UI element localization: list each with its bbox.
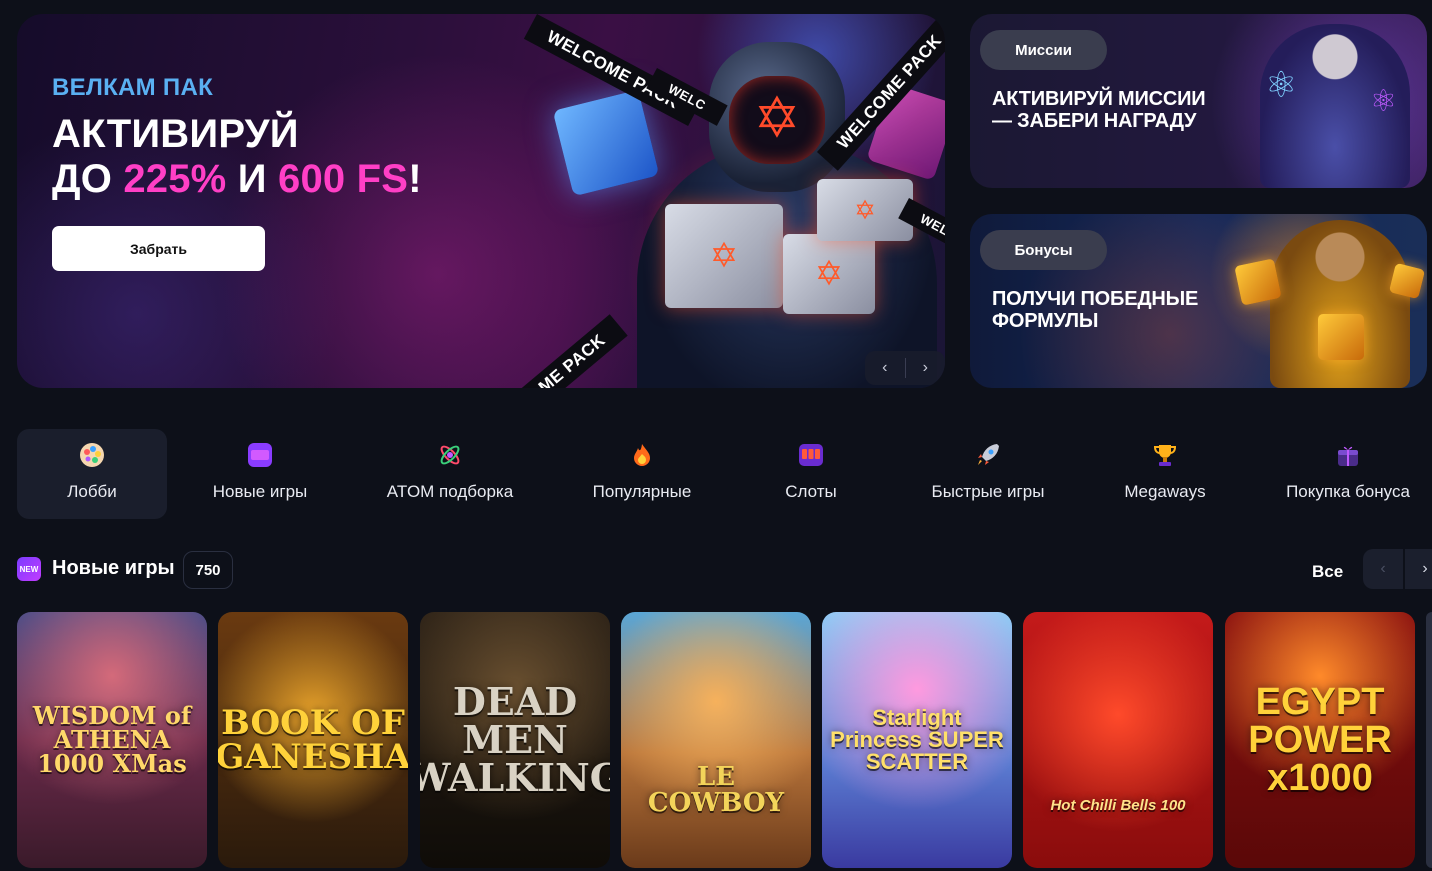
- category-label: Популярные: [592, 482, 692, 501]
- hero-title-percent: 225%: [123, 157, 227, 201]
- category-label: Новые игры: [212, 482, 308, 501]
- chevron-left-icon: ‹: [1380, 560, 1386, 577]
- atom-icon: [437, 442, 463, 468]
- hero-title: АКТИВИРУЙ ДО 225% И 600 FS!: [52, 112, 422, 202]
- bonuses-promo-card[interactable]: Бонусы ПОЛУЧИ ПОБЕДНЫЕ ФОРМУЛЫ: [970, 214, 1427, 388]
- category-label: Лобби: [67, 482, 117, 501]
- promo-text-line: ПОЛУЧИ ПОБЕДНЫЕ: [992, 288, 1199, 310]
- promo-text-line: — ЗАБЕРИ НАГРАДУ: [992, 110, 1197, 132]
- chevron-right-icon: ›: [922, 359, 928, 376]
- new-badge-icon: NEW: [17, 557, 41, 581]
- game-title: BOOK OF GANESHA: [218, 703, 408, 777]
- hero-prev-button[interactable]: ‹: [865, 351, 905, 385]
- game-title: LE COWBOY: [647, 762, 785, 818]
- missions-pill: Миссии: [980, 30, 1107, 70]
- category-quick-games[interactable]: Быстрые игры: [913, 429, 1063, 519]
- game-tile[interactable]: Starlight Princess SUPER SCATTER: [822, 612, 1012, 868]
- game-title: Hot Chilli Bells 100: [1050, 796, 1186, 814]
- category-bonus-buy[interactable]: Покупка бонуса: [1272, 429, 1424, 519]
- chevron-right-icon: ›: [1422, 560, 1428, 577]
- section-next-button[interactable]: ›: [1405, 549, 1432, 589]
- game-title: WISDOM of ATHENA 1000 XMas: [32, 701, 192, 778]
- hero-title-do: ДО: [52, 157, 124, 201]
- category-label: Быстрые игры: [931, 482, 1045, 501]
- atom-icon: ⚛: [1265, 64, 1298, 105]
- game-title: Starlight Princess SUPER SCATTER: [830, 705, 1004, 774]
- bonuses-pill: Бонусы: [980, 230, 1107, 270]
- game-title: EGYPT POWER x1000: [1248, 681, 1392, 799]
- welcome-pack-banner[interactable]: ✡ ✡ ✡ ✡ WELCOME PACK WELC WELCOME PACK W…: [17, 14, 945, 388]
- game-tile[interactable]: EGYPT POWER x1000: [1225, 612, 1415, 868]
- game-tile[interactable]: DEAD MEN WALKING: [420, 612, 610, 868]
- buy-gift-icon: [1335, 442, 1361, 468]
- game-tile[interactable]: BOOK OF GANESHA: [218, 612, 408, 868]
- promo-text-line: ФОРМУЛЫ: [992, 310, 1099, 332]
- atom-star-icon: ✡: [753, 86, 801, 149]
- slot-machine-icon: [798, 442, 824, 468]
- hero-title-bang: !: [408, 157, 422, 201]
- promo-text-line: АКТИВИРУЙ МИССИИ: [992, 88, 1206, 110]
- category-slots[interactable]: Слоты: [736, 429, 886, 519]
- trophy-icon: [1152, 442, 1178, 468]
- see-all-link[interactable]: Все: [1312, 562, 1343, 582]
- category-new-games[interactable]: Новые игры: [185, 429, 335, 519]
- palette-icon: [79, 442, 105, 468]
- category-label: Megaways: [1124, 482, 1206, 501]
- missions-promo-card[interactable]: ⚛ ⚛ Миссии АКТИВИРУЙ МИССИИ — ЗАБЕРИ НАГ…: [970, 14, 1427, 188]
- category-label: Покупка бонуса: [1286, 482, 1410, 501]
- section-title: Новые игры: [52, 557, 175, 579]
- rocket-icon: [975, 442, 1001, 468]
- game-tile[interactable]: Hot Chilli Bells 100: [1023, 612, 1213, 868]
- section-prev-button[interactable]: ‹: [1363, 549, 1403, 589]
- chevron-left-icon: ‹: [882, 359, 888, 376]
- hero-carousel-nav: ‹ ›: [865, 351, 945, 385]
- bonuses-character-illustration: [1270, 220, 1410, 388]
- fire-icon: [629, 442, 655, 468]
- gift-box: [1318, 314, 1364, 360]
- hero-next-button[interactable]: ›: [906, 351, 946, 385]
- gift-box: ✡: [665, 204, 783, 308]
- ribbon-welcome-pack-bottom: ME PACK: [517, 314, 628, 388]
- bonuses-promo-text: ПОЛУЧИ ПОБЕДНЫЕ ФОРМУЛЫ: [992, 288, 1198, 332]
- hero-title-line2: ДО 225% И 600 FS!: [52, 157, 422, 202]
- game-tile[interactable]: LE COWBOY: [621, 612, 811, 868]
- atom-icon: ⚛: [1370, 85, 1397, 118]
- hero-title-fs: 600 FS: [278, 157, 409, 201]
- game-tile-partial[interactable]: [1426, 612, 1432, 868]
- category-lobby[interactable]: Лобби: [17, 429, 167, 519]
- gift-box-blue: [552, 89, 660, 197]
- gift-box: ✡: [817, 179, 913, 241]
- new-badge-icon: [247, 442, 273, 468]
- category-label: Слоты: [785, 482, 837, 501]
- claim-button[interactable]: Забрать: [52, 226, 265, 271]
- category-atom-picks[interactable]: ATOM подборка: [374, 429, 526, 519]
- section-count-badge: 750: [183, 551, 233, 589]
- hero-subtitle: ВЕЛКАМ ПАК: [52, 74, 214, 101]
- game-tile[interactable]: WISDOM of ATHENA 1000 XMas: [17, 612, 207, 868]
- category-megaways[interactable]: Megaways: [1090, 429, 1240, 519]
- category-label: ATOM подборка: [386, 482, 514, 501]
- game-title: DEAD MEN WALKING: [420, 679, 610, 800]
- gift-box: ✡: [783, 234, 875, 314]
- hero-title-line1: АКТИВИРУЙ: [52, 112, 299, 156]
- missions-promo-text: АКТИВИРУЙ МИССИИ — ЗАБЕРИ НАГРАДУ: [992, 88, 1206, 132]
- category-popular[interactable]: Популярные: [567, 429, 717, 519]
- hero-title-and: И: [226, 157, 279, 201]
- gift-box: [1234, 258, 1282, 306]
